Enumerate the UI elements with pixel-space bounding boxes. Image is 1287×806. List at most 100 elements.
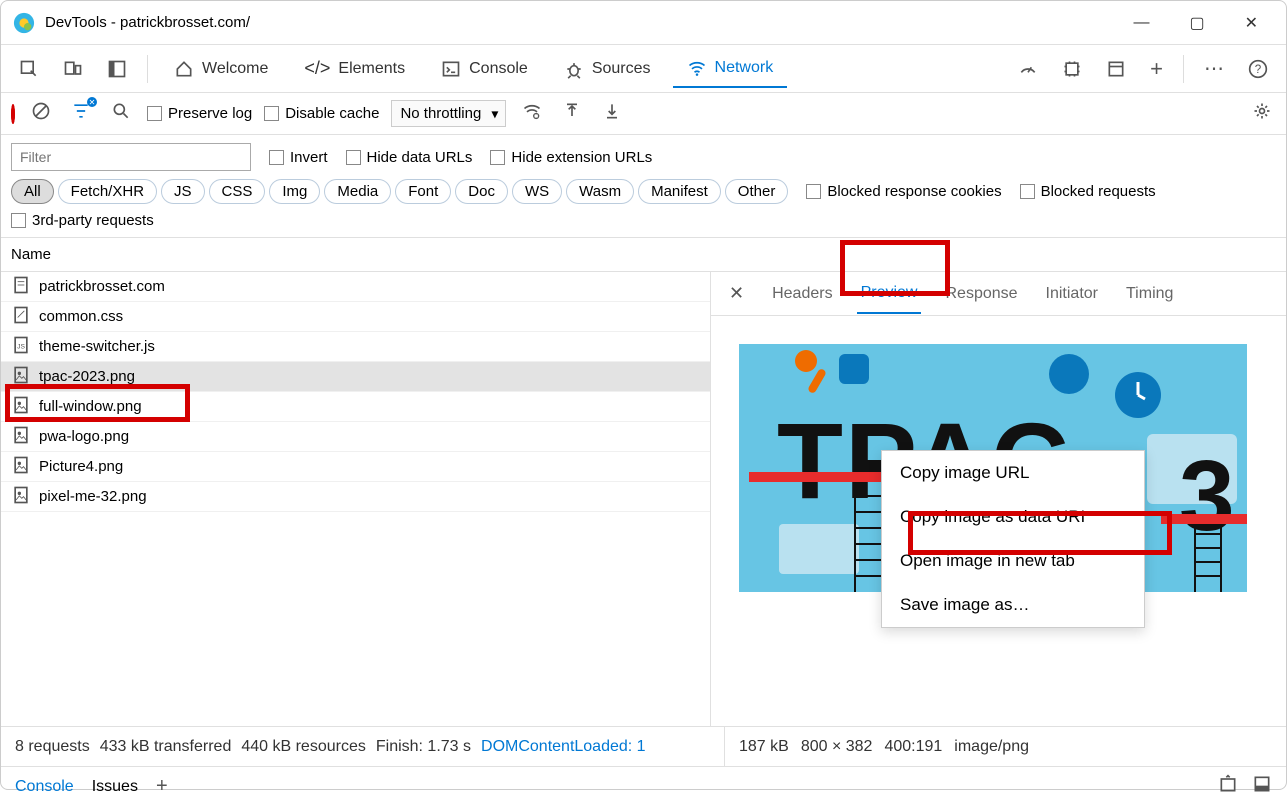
request-row[interactable]: full-window.png (1, 392, 710, 422)
tab-elements[interactable]: </> Elements (290, 50, 419, 87)
tab-label: Welcome (202, 60, 268, 78)
drawer-dock-button[interactable] (1252, 774, 1272, 799)
hide-extension-urls-checkbox[interactable]: Hide extension URLs (490, 149, 652, 166)
request-row[interactable]: pixel-me-32.png (1, 482, 710, 512)
clear-button[interactable] (27, 99, 55, 128)
filter-chip-font[interactable]: Font (395, 179, 451, 204)
status-size: 187 kB (739, 738, 789, 756)
detail-tab-response[interactable]: Response (941, 275, 1021, 313)
search-button[interactable] (107, 99, 135, 128)
filter-chip-all[interactable]: All (11, 179, 54, 204)
filter-chip-doc[interactable]: Doc (455, 179, 508, 204)
minimize-button[interactable]: — (1125, 8, 1157, 38)
throttling-select[interactable]: No throttling (391, 100, 506, 127)
more-button[interactable]: ⋯ (1196, 48, 1232, 89)
close-button[interactable]: ✕ (1237, 7, 1266, 39)
home-icon (174, 59, 194, 79)
disable-cache-checkbox[interactable]: Disable cache (264, 105, 379, 122)
performance-icon[interactable] (1010, 51, 1046, 87)
request-name: tpac-2023.png (39, 368, 135, 385)
context-item-save-as[interactable]: Save image as… (882, 583, 1144, 627)
network-conditions-button[interactable] (518, 99, 546, 128)
context-item-copy-data-uri[interactable]: Copy image as data URI (882, 495, 1144, 539)
filter-input[interactable] (11, 143, 251, 171)
hide-data-urls-checkbox[interactable]: Hide data URLs (346, 149, 473, 166)
console-icon (441, 59, 461, 79)
preserve-log-checkbox[interactable]: Preserve log (147, 105, 252, 122)
window-title: DevTools - patrickbrosset.com/ (45, 14, 250, 31)
record-button[interactable] (11, 106, 15, 122)
tab-welcome[interactable]: Welcome (160, 51, 282, 87)
blocked-requests-checkbox[interactable]: Blocked requests (1020, 183, 1156, 200)
request-name: Picture4.png (39, 458, 123, 475)
status-finish: Finish: 1.73 s (376, 738, 471, 756)
context-item-copy-url[interactable]: Copy image URL (882, 451, 1144, 495)
upload-har-button[interactable] (558, 99, 586, 128)
add-tab-button[interactable]: + (1142, 48, 1171, 90)
device-toolbar-button[interactable] (55, 51, 91, 87)
name-column-header[interactable]: Name (1, 238, 1286, 272)
invert-checkbox[interactable]: Invert (269, 149, 328, 166)
tab-network[interactable]: Network (673, 50, 788, 88)
drawer-expand-button[interactable] (1218, 774, 1238, 799)
brackets-icon: </> (304, 58, 330, 79)
filter-chip-other[interactable]: Other (725, 179, 789, 204)
wifi-icon (687, 58, 707, 78)
application-icon[interactable] (1098, 51, 1134, 87)
request-list: patrickbrosset.com common.css JStheme-swit… (1, 272, 711, 726)
request-row[interactable]: JStheme-switcher.js (1, 332, 710, 362)
drawer: Console Issues + (1, 766, 1286, 806)
detail-tab-preview[interactable]: Preview (857, 274, 922, 314)
img-file-icon (11, 365, 31, 389)
download-har-button[interactable] (598, 99, 626, 128)
filter-chip-img[interactable]: Img (269, 179, 320, 204)
maximize-button[interactable]: ▢ (1181, 7, 1212, 39)
bug-icon (564, 59, 584, 79)
drawer-tab-console[interactable]: Console (15, 778, 74, 796)
tab-label: Console (469, 60, 528, 78)
context-item-open-new-tab[interactable]: Open image in new tab (882, 539, 1144, 583)
filter-chip-js[interactable]: JS (161, 179, 205, 204)
img-file-icon (11, 485, 31, 509)
filter-chip-ws[interactable]: WS (512, 179, 562, 204)
request-row[interactable]: tpac-2023.png (1, 362, 710, 392)
network-settings-button[interactable] (1248, 99, 1276, 128)
request-row[interactable]: patrickbrosset.com (1, 272, 710, 302)
tab-sources[interactable]: Sources (550, 51, 665, 87)
request-row[interactable]: pwa-logo.png (1, 422, 710, 452)
img-file-icon (11, 395, 31, 419)
filter-toggle-button[interactable]: ✕ (67, 99, 95, 128)
tab-console[interactable]: Console (427, 51, 542, 87)
doc-file-icon (11, 275, 31, 299)
request-row[interactable]: Picture4.png (1, 452, 710, 482)
titlebar: DevTools - patrickbrosset.com/ — ▢ ✕ (1, 1, 1286, 45)
css-file-icon (11, 305, 31, 329)
detail-tab-headers[interactable]: Headers (768, 275, 836, 313)
blocked-cookies-checkbox[interactable]: Blocked response cookies (806, 183, 1001, 200)
memory-icon[interactable] (1054, 51, 1090, 87)
img-file-icon (11, 425, 31, 449)
filter-chip-fetchxhr[interactable]: Fetch/XHR (58, 179, 157, 204)
app-icon (13, 12, 35, 34)
request-name: common.css (39, 308, 123, 325)
dock-button[interactable] (99, 51, 135, 87)
close-detail-button[interactable]: ✕ (725, 279, 748, 308)
status-ratio: 400:191 (884, 738, 942, 756)
drawer-tab-issues[interactable]: Issues (92, 778, 138, 796)
third-party-checkbox[interactable]: 3rd-party requests (11, 212, 154, 229)
request-row[interactable]: common.css (1, 302, 710, 332)
drawer-add-button[interactable]: + (156, 775, 168, 798)
filter-chip-manifest[interactable]: Manifest (638, 179, 721, 204)
filter-chip-css[interactable]: CSS (209, 179, 266, 204)
js-file-icon: JS (11, 335, 31, 359)
context-menu: Copy image URL Copy image as data URI Op… (881, 450, 1145, 628)
inspect-button[interactable] (11, 51, 47, 87)
status-resources: 440 kB resources (241, 738, 366, 756)
detail-tab-timing[interactable]: Timing (1122, 275, 1177, 313)
svg-text:JS: JS (17, 343, 25, 350)
help-button[interactable]: ? (1240, 51, 1276, 87)
filter-chip-wasm[interactable]: Wasm (566, 179, 634, 204)
tab-label: Elements (338, 60, 405, 78)
filter-chip-media[interactable]: Media (324, 179, 391, 204)
detail-tab-initiator[interactable]: Initiator (1042, 275, 1102, 313)
